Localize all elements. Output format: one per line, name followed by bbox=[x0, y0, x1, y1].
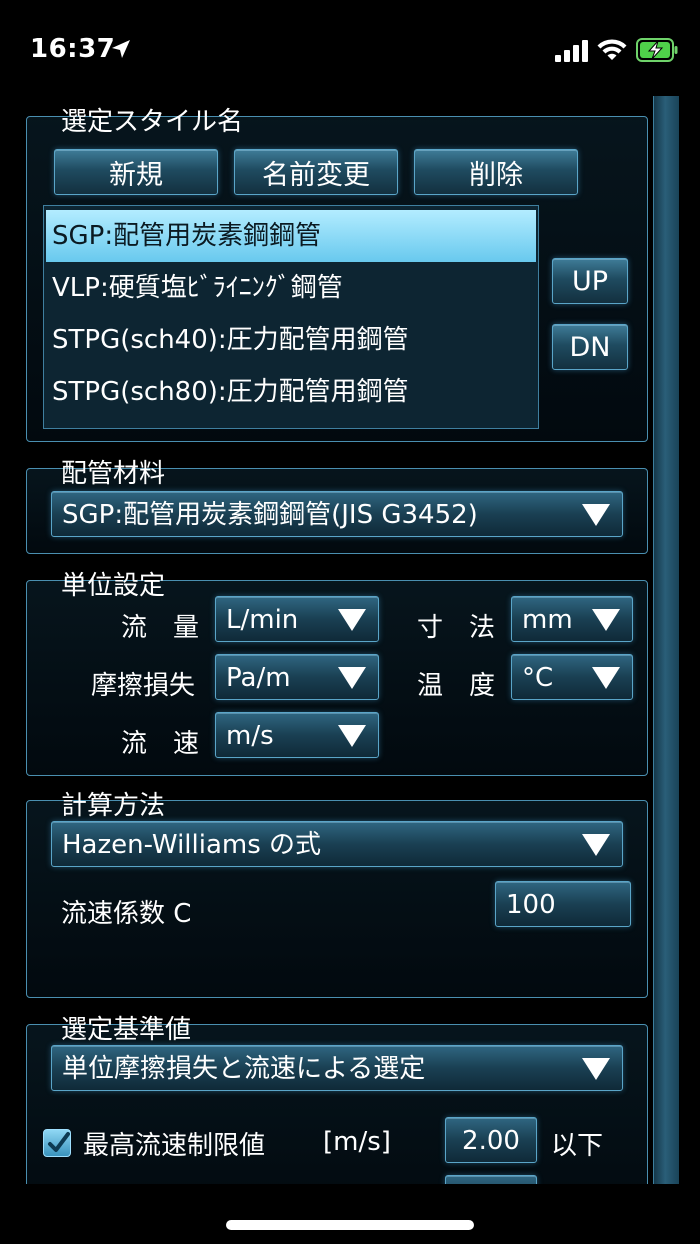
velocity-label: 流 速 bbox=[121, 729, 200, 759]
style-listbox[interactable]: SGP:配管用炭素鋼鋼管 VLP:硬質塩ﾋﾞﾗｲﾆﾝｸﾞ鋼管 STPG(sch4… bbox=[43, 205, 539, 429]
group-title: 計算方法 bbox=[61, 791, 166, 821]
friction-unit-select[interactable]: Pa/m bbox=[215, 654, 379, 700]
new-style-button[interactable]: 新規 bbox=[54, 149, 218, 195]
group-title: 選定スタイル名 bbox=[61, 107, 244, 137]
max-velocity-suffix: 以下 bbox=[551, 1131, 604, 1161]
pipe-material-select[interactable]: SGP:配管用炭素鋼鋼管(JIS G3452) bbox=[51, 491, 623, 537]
dropdown-arrow-icon bbox=[592, 609, 620, 631]
select-value: L/min bbox=[226, 605, 299, 635]
select-value: 単位摩擦損失と流速による選定 bbox=[62, 1054, 426, 1084]
select-value: mm bbox=[522, 605, 573, 635]
selection-method-select[interactable]: 単位摩擦損失と流速による選定 bbox=[51, 1045, 623, 1091]
selection-criteria-group: 選定基準値 単位摩擦損失と流速による選定 最高流速制限値 [m/s] 2.00 … bbox=[26, 1015, 648, 1184]
temperature-unit-select[interactable]: °C bbox=[511, 654, 633, 700]
flow-label: 流 量 bbox=[121, 613, 200, 643]
select-value: °C bbox=[522, 663, 554, 693]
scrollbar[interactable] bbox=[653, 96, 679, 1184]
dropdown-arrow-icon bbox=[592, 667, 620, 689]
dropdown-arrow-icon bbox=[338, 609, 366, 631]
move-down-button[interactable]: DN bbox=[552, 324, 628, 370]
status-time: 16:37 bbox=[30, 34, 116, 64]
checkmark-icon bbox=[48, 1132, 70, 1152]
group-title: 単位設定 bbox=[61, 571, 166, 601]
max-velocity-input[interactable]: 2.00 bbox=[445, 1117, 537, 1163]
select-value: m/s bbox=[226, 721, 274, 751]
max-velocity-unit: [m/s] bbox=[323, 1127, 391, 1157]
rename-style-button[interactable]: 名前変更 bbox=[234, 149, 398, 195]
dropdown-arrow-icon bbox=[582, 1058, 610, 1080]
group-title: 配管材料 bbox=[61, 459, 166, 489]
battery-charging-icon bbox=[636, 38, 678, 62]
size-unit-select[interactable]: mm bbox=[511, 596, 633, 642]
location-arrow-icon bbox=[112, 40, 130, 58]
flow-unit-select[interactable]: L/min bbox=[215, 596, 379, 642]
calculation-method-select[interactable]: Hazen-Williams の式 bbox=[51, 821, 623, 867]
delete-style-button[interactable]: 削除 bbox=[414, 149, 578, 195]
dropdown-arrow-icon bbox=[338, 725, 366, 747]
style-list-item[interactable]: STPG(sch80):圧力配管用鋼管 bbox=[46, 366, 536, 418]
unit-settings-group: 単位設定 流 量 L/min 寸 法 mm 摩擦損失 Pa/m 温 度 °C 流… bbox=[26, 571, 648, 776]
next-criteria-input[interactable] bbox=[445, 1175, 537, 1184]
friction-label: 摩擦損失 bbox=[91, 671, 196, 701]
style-list-item[interactable]: SGP:配管用炭素鋼鋼管 bbox=[46, 210, 536, 262]
temperature-label: 温 度 bbox=[417, 671, 496, 701]
coefficient-label: 流速係数 C bbox=[61, 899, 192, 929]
style-name-group: 選定スタイル名 新規 名前変更 削除 SGP:配管用炭素鋼鋼管 VLP:硬質塩ﾋ… bbox=[26, 107, 648, 442]
dropdown-arrow-icon bbox=[338, 667, 366, 689]
cellular-signal-icon bbox=[555, 40, 588, 62]
style-list-item[interactable]: VLP:硬質塩ﾋﾞﾗｲﾆﾝｸﾞ鋼管 bbox=[46, 262, 536, 314]
dropdown-arrow-icon bbox=[582, 834, 610, 856]
move-up-button[interactable]: UP bbox=[552, 258, 628, 304]
max-velocity-checkbox[interactable] bbox=[43, 1129, 71, 1157]
select-value: Hazen-Williams の式 bbox=[62, 830, 322, 860]
style-list-item[interactable]: STPG(sch40):圧力配管用鋼管 bbox=[46, 314, 536, 366]
status-bar: 16:37 bbox=[0, 0, 700, 96]
size-label: 寸 法 bbox=[417, 613, 496, 643]
dropdown-arrow-icon bbox=[582, 504, 610, 526]
max-velocity-label: 最高流速制限値 bbox=[83, 1131, 266, 1161]
select-value: Pa/m bbox=[226, 663, 291, 693]
velocity-unit-select[interactable]: m/s bbox=[215, 712, 379, 758]
app-content: 選定スタイル名 新規 名前変更 削除 SGP:配管用炭素鋼鋼管 VLP:硬質塩ﾋ… bbox=[20, 96, 680, 1184]
group-title: 選定基準値 bbox=[61, 1015, 192, 1045]
pipe-material-group: 配管材料 SGP:配管用炭素鋼鋼管(JIS G3452) bbox=[26, 459, 648, 554]
select-value: SGP:配管用炭素鋼鋼管(JIS G3452) bbox=[62, 500, 478, 530]
calculation-method-group: 計算方法 Hazen-Williams の式 流速係数 C 100 bbox=[26, 791, 648, 998]
bottom-bar bbox=[0, 1184, 700, 1244]
home-indicator[interactable] bbox=[226, 1220, 474, 1230]
coefficient-input[interactable]: 100 bbox=[495, 881, 631, 927]
wifi-icon bbox=[597, 39, 627, 60]
